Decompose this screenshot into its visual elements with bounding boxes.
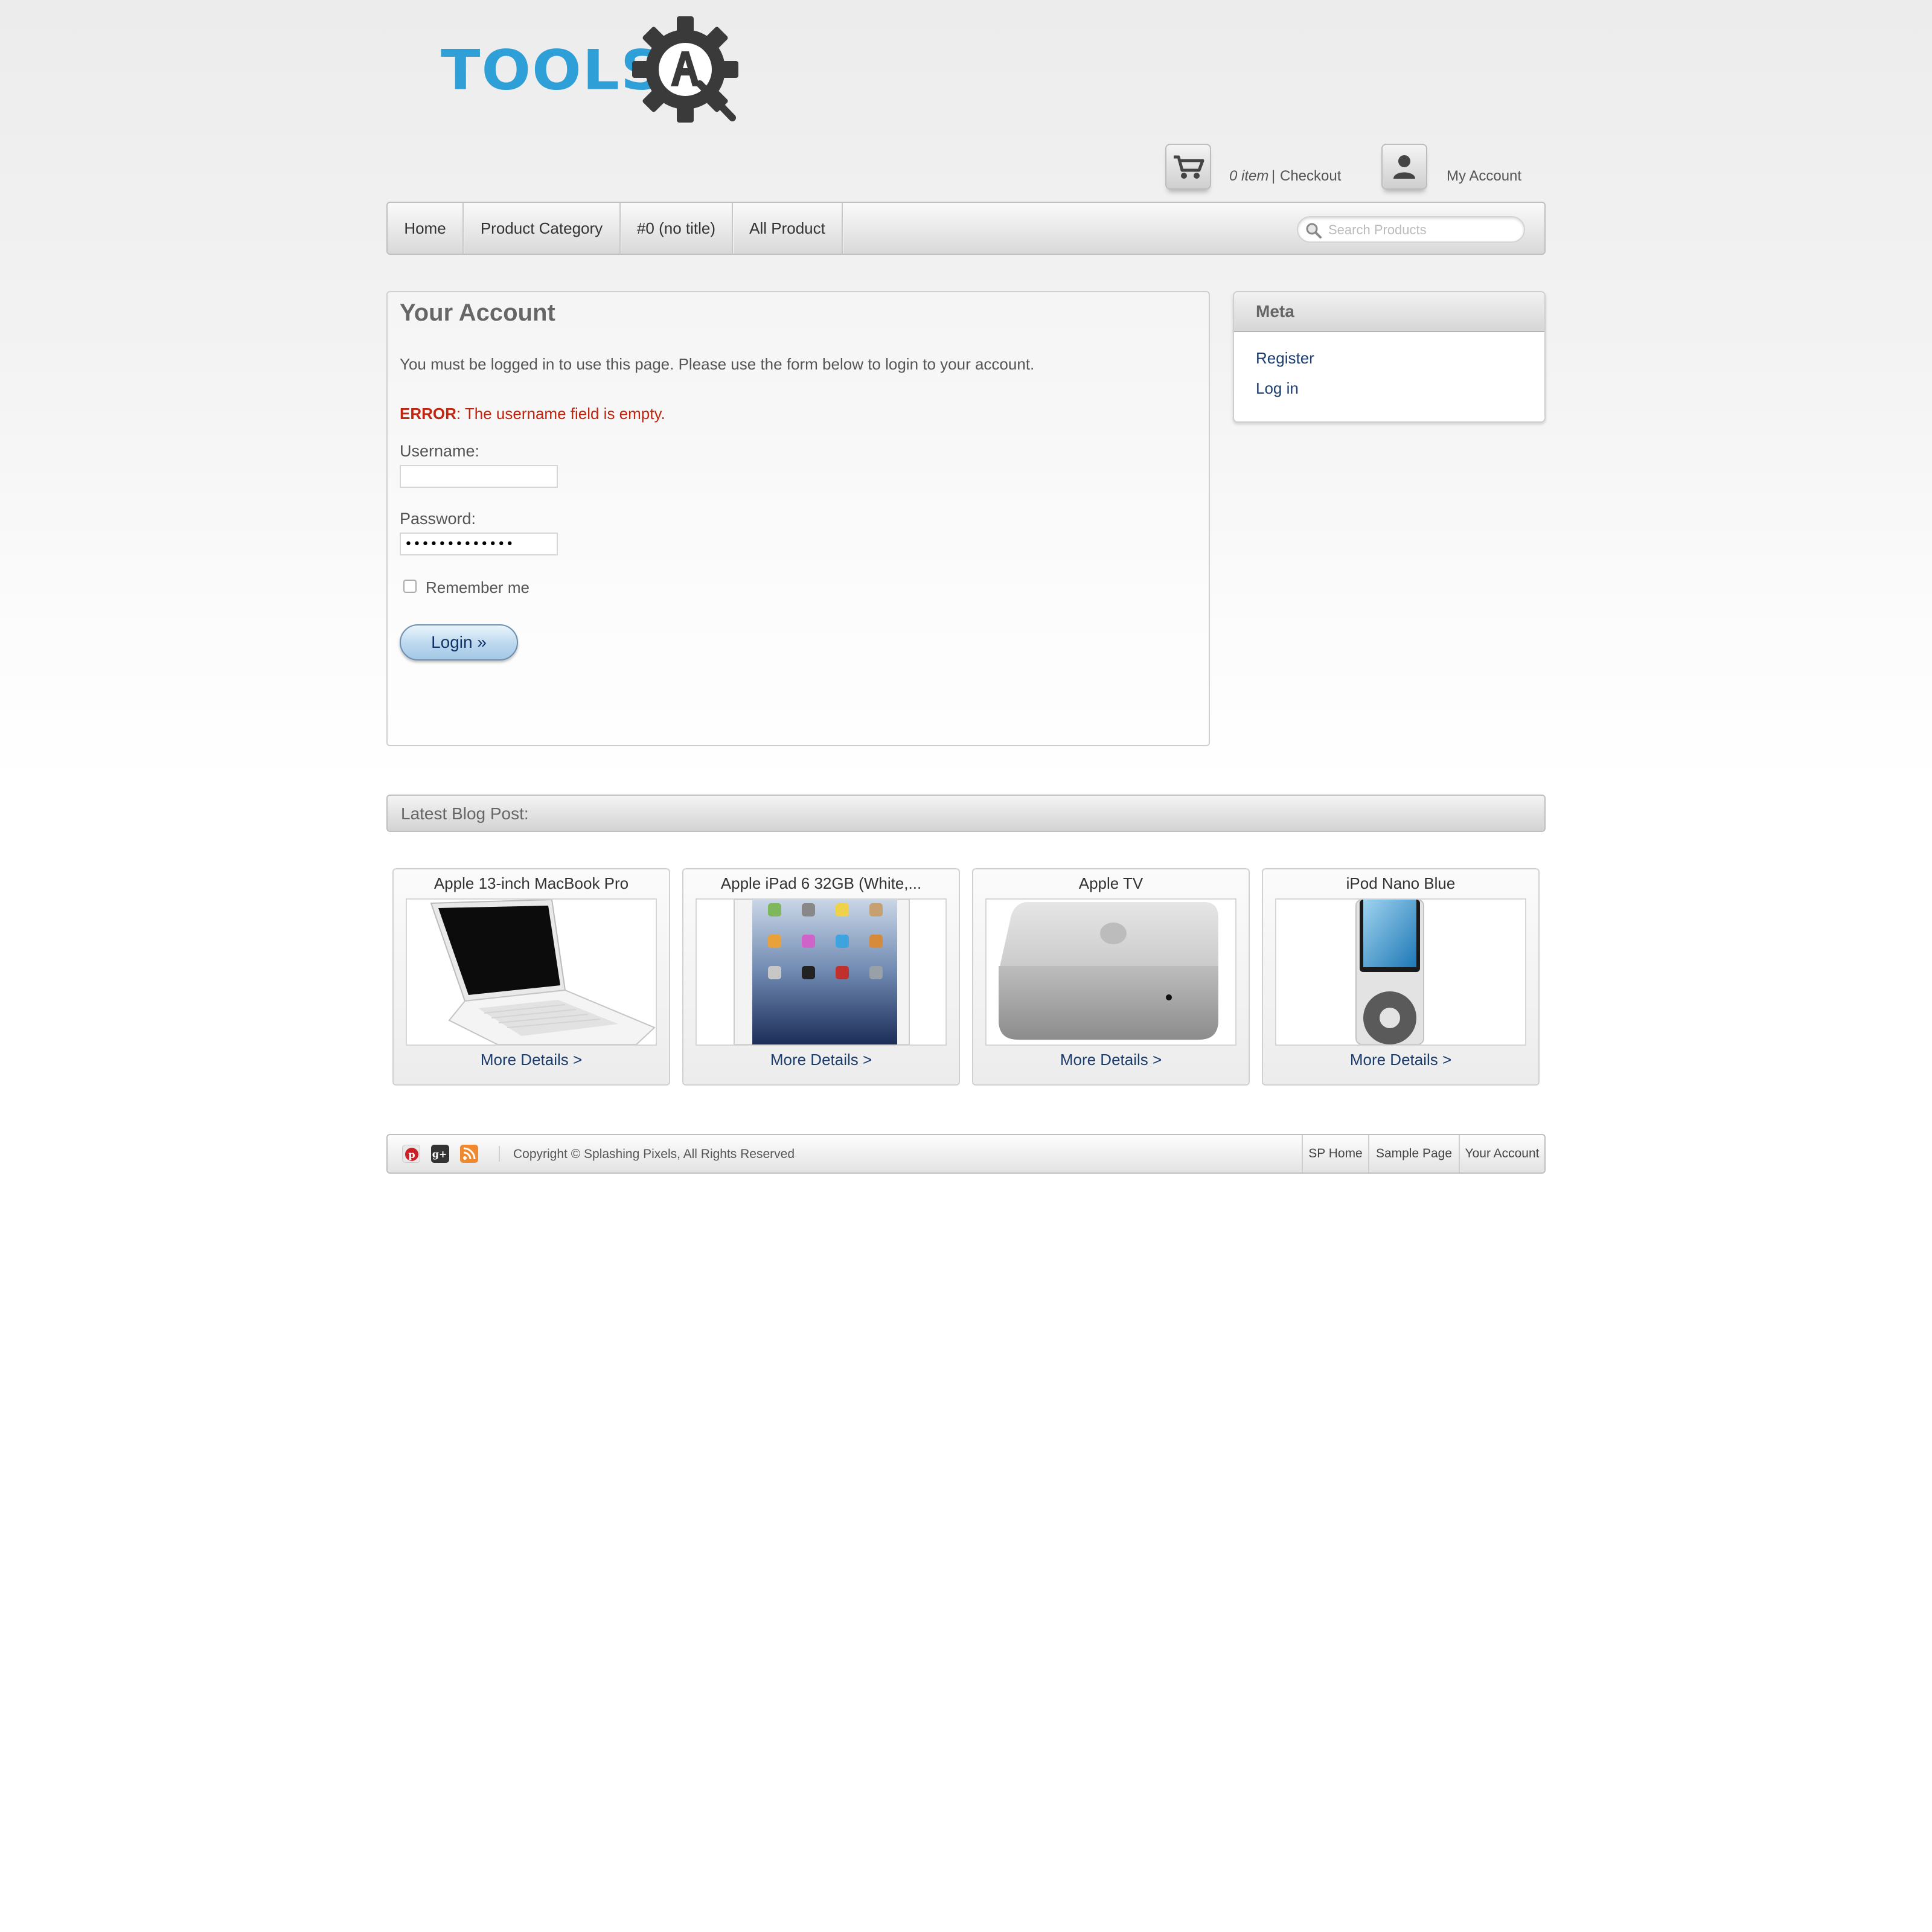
footer-link-sample-page[interactable]: Sample Page	[1368, 1135, 1459, 1172]
password-label: Password:	[400, 510, 476, 528]
main-navigation: Home Product Category #0 (no title) All …	[386, 202, 1546, 255]
more-details-link[interactable]: More Details >	[973, 1051, 1249, 1069]
username-field[interactable]	[400, 465, 558, 488]
cart-item-count: 0 item	[1229, 168, 1269, 184]
meta-widget: Meta Register Log in	[1233, 291, 1546, 423]
login-button[interactable]: Login »	[400, 624, 518, 661]
tablet-image	[734, 900, 910, 1044]
nav-item-all-product[interactable]: All Product	[733, 203, 843, 254]
username-label: Username:	[400, 442, 480, 460]
latest-blog-header: Latest Blog Post:	[386, 795, 1546, 832]
error-message: ERROR: The username field is empty.	[400, 405, 665, 423]
page-title: Your Account	[400, 299, 555, 326]
search-box	[1297, 216, 1525, 243]
google-plus-icon[interactable]: g+	[431, 1145, 449, 1163]
search-icon	[1306, 223, 1322, 238]
log-in-link[interactable]: Log in	[1256, 379, 1299, 398]
footer-link-sp-home[interactable]: SP Home	[1302, 1135, 1368, 1172]
my-account-link[interactable]: My Account	[1447, 168, 1521, 185]
apple-tv-image	[999, 902, 1218, 1040]
search-input[interactable]	[1328, 221, 1515, 239]
password-field[interactable]	[400, 533, 558, 555]
user-icon	[1393, 155, 1415, 179]
footer-divider	[499, 1146, 500, 1162]
cart-button[interactable]	[1165, 144, 1211, 190]
login-required-message: You must be logged in to use this page. …	[400, 355, 1035, 373]
product-title[interactable]: iPod Nano Blue	[1263, 874, 1538, 893]
footer-link-your-account[interactable]: Your Account	[1459, 1135, 1544, 1172]
rss-icon[interactable]	[460, 1145, 478, 1163]
account-button[interactable]	[1381, 144, 1427, 190]
gear-logo-icon	[632, 16, 738, 123]
product-image[interactable]	[406, 898, 657, 1046]
error-label: ERROR	[400, 405, 456, 423]
register-link[interactable]: Register	[1256, 349, 1314, 368]
nav-item-no-title[interactable]: #0 (no title)	[621, 203, 733, 254]
product-image[interactable]	[696, 898, 947, 1046]
svg-text:g+: g+	[432, 1148, 447, 1160]
meta-title: Meta	[1256, 302, 1294, 321]
remember-me-checkbox[interactable]	[403, 580, 417, 593]
copyright-text: Copyright © Splashing Pixels, All Rights…	[513, 1147, 795, 1161]
laptop-image	[430, 900, 656, 1044]
product-title[interactable]: Apple TV	[973, 874, 1249, 893]
product-card: Apple TV More Details >	[972, 868, 1250, 1086]
pinterest-icon[interactable]: p	[402, 1145, 420, 1163]
latest-blog-label: Latest Blog Post:	[401, 804, 529, 823]
product-card: iPod Nano Blue More Details >	[1262, 868, 1540, 1086]
footer: p g+ Copyright © Splashing Pixels, All R…	[386, 1134, 1546, 1174]
checkout-link[interactable]: Checkout	[1280, 168, 1341, 185]
product-card: Apple iPad 6 32GB (White,... More Detail…	[682, 868, 960, 1086]
error-text: : The username field is empty.	[456, 405, 665, 423]
more-details-link[interactable]: More Details >	[394, 1051, 669, 1069]
product-card: Apple 13-inch MacBook Pro More Details >	[392, 868, 670, 1086]
nav-item-product-category[interactable]: Product Category	[464, 203, 621, 254]
remember-me-label: Remember me	[426, 578, 529, 597]
cart-separator: |	[1271, 168, 1276, 184]
product-title[interactable]: Apple iPad 6 32GB (White,...	[683, 874, 959, 893]
product-image[interactable]	[985, 898, 1236, 1046]
shopping-cart-icon	[1174, 155, 1204, 179]
nav-item-home[interactable]: Home	[388, 203, 464, 254]
ipod-image	[1355, 900, 1424, 1044]
svg-text:p: p	[408, 1149, 415, 1160]
meta-widget-header: Meta	[1234, 292, 1544, 332]
product-title[interactable]: Apple 13-inch MacBook Pro	[394, 874, 669, 893]
more-details-link[interactable]: More Details >	[1263, 1051, 1538, 1069]
site-logo[interactable]: TOOLS	[441, 12, 743, 127]
more-details-link[interactable]: More Details >	[683, 1051, 959, 1069]
product-image[interactable]	[1275, 898, 1526, 1046]
